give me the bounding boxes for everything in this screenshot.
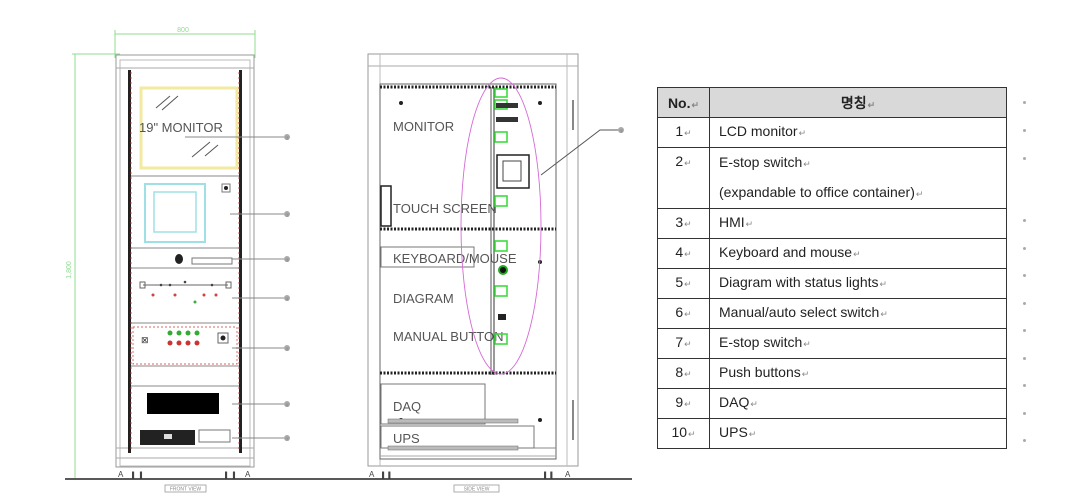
row-number: 3: [675, 214, 684, 230]
svg-text:▌▐: ▌▐: [544, 471, 553, 479]
row-number: 8: [675, 364, 684, 380]
height-dimension-label: 1,800: [66, 261, 73, 279]
svg-text:A: A: [118, 470, 124, 479]
cabinet-drawing: 800 1,800 19" MONITOR ⊠ A ▌ ▐ ▌ ▐ A ② ③ …: [65, 27, 632, 493]
row-name: LCD monitor: [719, 123, 798, 139]
table-row: 6↵ Manual/auto select switch↵: [657, 298, 1007, 329]
mouse: [175, 254, 183, 264]
svg-text:A: A: [565, 470, 571, 479]
table-row: 9↵ DAQ↵: [657, 388, 1007, 419]
side-callout: ⑨: [619, 129, 624, 135]
row-name: Push buttons: [719, 364, 801, 380]
side-label-keyboard-mouse: KEYBOARD/MOUSE: [393, 251, 517, 266]
row-name: Diagram with status lights: [719, 274, 879, 290]
side-label-monitor: MONITOR: [393, 119, 454, 134]
push-buttons: [167, 330, 200, 346]
row-number: 5: [675, 274, 684, 290]
width-dimension-label: 800: [177, 27, 189, 34]
table-row: 2↵ E-stop switch↵ (expandable to office …: [657, 147, 1007, 209]
row-name: E-stop switch: [719, 334, 803, 350]
svg-text:⑤: ⑤: [285, 347, 290, 353]
row-name: E-stop switch: [719, 154, 803, 170]
table-row: 10↵ UPS↵: [657, 418, 1007, 449]
row-number: 1: [675, 123, 684, 139]
svg-text:⑥: ⑥: [285, 403, 290, 409]
parts-table: No.↵ 명칭↵ 1↵ LCD monitor↵ 2↵ E-stop switc…: [657, 87, 1007, 449]
row-name: Keyboard and mouse: [719, 244, 853, 260]
svg-text:▌▐: ▌▐: [382, 471, 391, 479]
svg-text:⊠: ⊠: [141, 335, 149, 345]
row-number: 2: [675, 153, 684, 169]
row-number: 7: [675, 334, 684, 350]
side-label-manual-button: MANUAL BUTTON: [393, 329, 504, 344]
svg-text:②: ②: [285, 136, 290, 142]
table-row: 8↵ Push buttons↵: [657, 358, 1007, 389]
side-view: MONITOR TOUCH SCREEN KEYBOARD/MOUSE DIAG…: [367, 53, 624, 493]
side-label-ups: UPS: [393, 431, 420, 446]
left-rail: [128, 70, 131, 453]
header-name: 명칭↵: [709, 87, 1007, 118]
svg-text:A: A: [369, 470, 375, 479]
table-row: 7↵ E-stop switch↵: [657, 328, 1007, 359]
front-view: 800 1,800 19" MONITOR ⊠ A ▌ ▐ ▌ ▐ A ② ③ …: [66, 27, 290, 493]
row-number: 10: [671, 424, 688, 440]
side-components: [494, 88, 508, 345]
table-row: 4↵ Keyboard and mouse↵: [657, 238, 1007, 269]
row-name: DAQ: [719, 394, 750, 410]
svg-text:③: ③: [285, 213, 290, 219]
row-name: Manual/auto select switch: [719, 304, 880, 320]
row-number: 9: [675, 394, 684, 410]
right-rail: [239, 70, 242, 453]
side-label-touch-screen: TOUCH SCREEN: [393, 201, 497, 216]
row-name-continued: (expandable to office container): [719, 184, 915, 200]
svg-text:⑨: ⑨: [285, 258, 290, 264]
row-number: 6: [675, 304, 684, 320]
row-number: 4: [675, 244, 684, 260]
table-row: 5↵ Diagram with status lights↵: [657, 268, 1007, 299]
side-label-daq: DAQ: [393, 399, 421, 414]
side-view-caption: SIDE VIEW: [464, 487, 490, 493]
svg-text:▌ ▐: ▌ ▐: [132, 471, 143, 479]
table-row: 3↵ HMI↵: [657, 208, 1007, 239]
keyboard: [191, 257, 233, 265]
svg-text:A: A: [245, 470, 251, 479]
redacted-block: [147, 393, 219, 414]
monitor-label: 19" MONITOR: [139, 120, 223, 135]
table-row: 1↵ LCD monitor↵: [657, 117, 1007, 148]
row-name: UPS: [719, 424, 748, 440]
table-header-row: No.↵ 명칭↵: [657, 87, 1007, 118]
svg-text:⑦: ⑦: [285, 437, 290, 443]
svg-text:▌ ▐: ▌ ▐: [225, 471, 236, 479]
row-name: HMI: [719, 214, 745, 230]
side-label-diagram: DIAGRAM: [393, 291, 454, 306]
svg-text:④: ④: [285, 297, 290, 303]
front-view-caption: FRONT VIEW: [170, 487, 202, 493]
header-no: No.↵: [657, 87, 710, 118]
